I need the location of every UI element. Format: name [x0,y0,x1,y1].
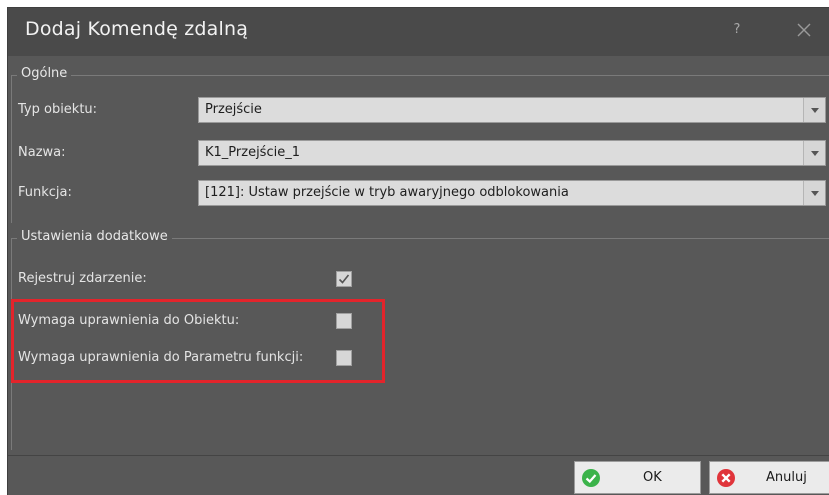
additional-group-title: Ustawienia dodatkowe [17,229,172,244]
object-type-label: Typ obiektu: [18,102,98,117]
name-label: Nazwa: [18,145,66,160]
chevron-down-icon[interactable] [803,181,825,205]
general-group-title: Ogólne [17,66,72,81]
register-event-label: Rejestruj zdarzenie: [18,271,147,286]
ok-button-label: OK [643,470,662,485]
register-event-checkbox[interactable] [336,271,352,287]
close-button[interactable] [794,20,816,42]
object-type-select[interactable]: Przejście [198,97,826,123]
group-border [11,75,12,223]
chevron-down-icon[interactable] [803,141,825,165]
highlight-box [11,299,385,383]
checkmark-icon [338,274,350,284]
cancel-circle-icon [717,469,735,487]
function-label: Funkcja: [18,185,72,200]
cancel-button-label: Anuluj [766,470,807,485]
name-value: K1_Przejście_1 [205,145,300,160]
ok-button[interactable]: OK [574,461,701,494]
function-value: [121]: Ustaw przejście w tryb awaryjnego… [205,185,569,200]
function-select[interactable]: [121]: Ustaw przejście w tryb awaryjnego… [198,180,826,206]
help-button[interactable]: ? [727,20,747,40]
dialog-title: Dodaj Komendę zdalną [25,18,249,40]
group-border [11,75,829,76]
name-select[interactable]: K1_Przejście_1 [198,140,826,166]
dialog-window: Dodaj Komendę zdalną ? Ogólne Typ obiekt… [7,7,829,495]
chevron-down-icon[interactable] [803,98,825,122]
footer-divider [8,455,829,456]
close-icon [797,23,811,37]
check-circle-icon [582,469,600,487]
cancel-button[interactable]: Anuluj [709,461,829,494]
object-type-value: Przejście [205,102,262,117]
dialog-titlebar: Dodaj Komendę zdalną ? [8,8,829,56]
